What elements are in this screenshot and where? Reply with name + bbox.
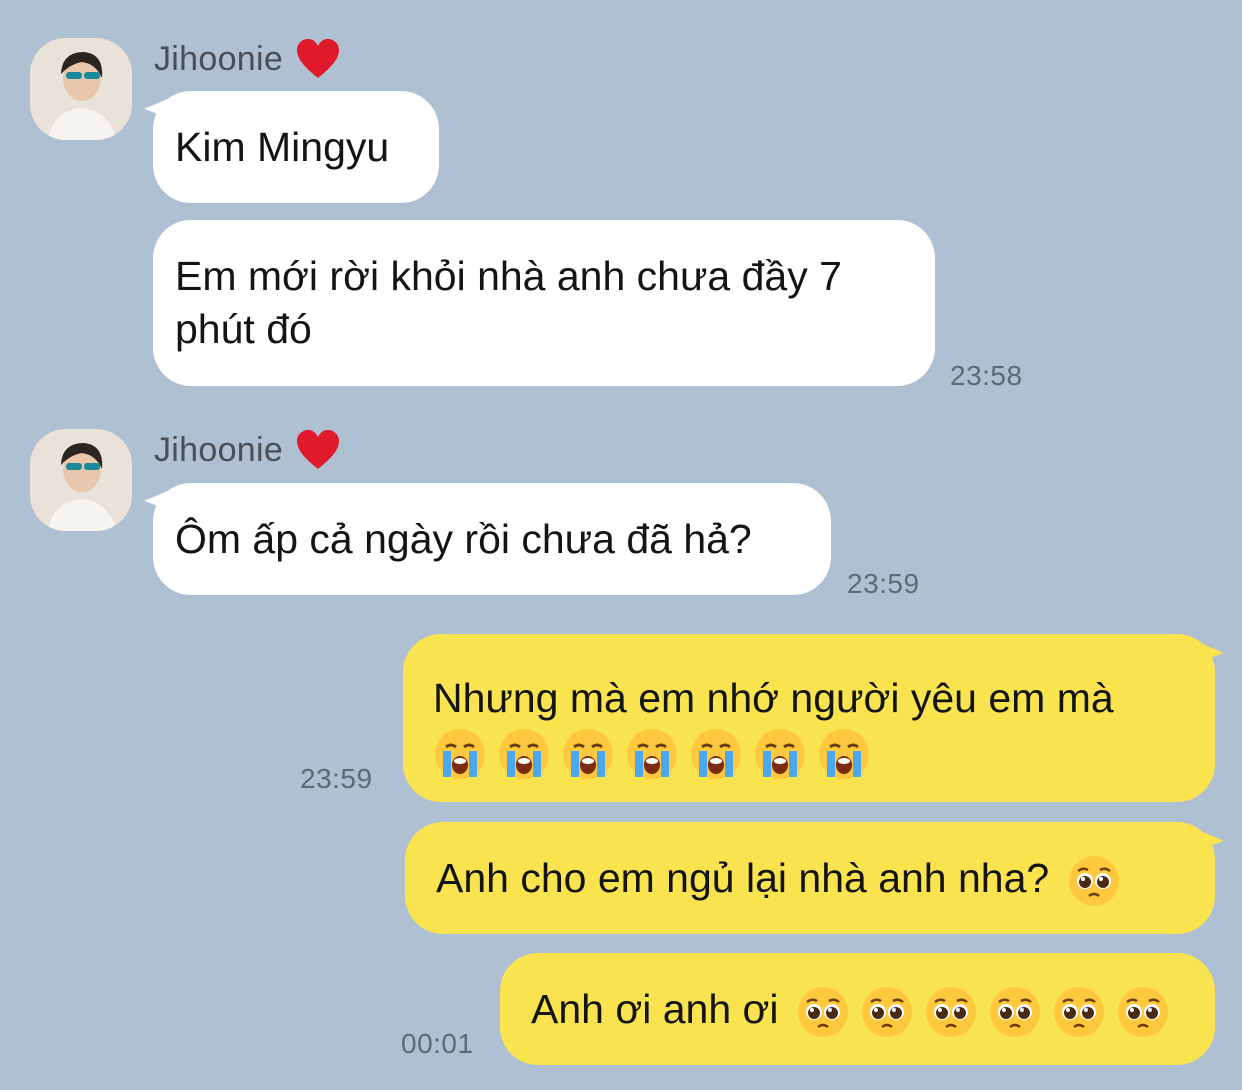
- message-timestamp: 00:01: [401, 1028, 474, 1059]
- red-heart-icon: [297, 39, 340, 78]
- message-text-line-2: phút đó: [175, 306, 312, 352]
- message-timestamp: 23:59: [300, 763, 373, 794]
- emoji-row: [433, 727, 871, 781]
- sender-name: Jihoonie: [154, 38, 341, 80]
- pleading-face-icon: [989, 987, 1040, 1038]
- message-timestamp: 23:58: [950, 360, 1023, 391]
- pleading-face-icon: [861, 987, 912, 1038]
- pleading-face-icon: [1053, 987, 1104, 1038]
- message-text: Anh ơi anh ơi: [531, 986, 779, 1032]
- incoming-message-bubble[interactable]: Em mới rời khỏi nhà anh chưa đầy 7 phút …: [153, 220, 935, 386]
- incoming-message-bubble[interactable]: Kim Mingyu: [153, 91, 439, 203]
- emoji-row: [1067, 854, 1121, 908]
- sender-name-text: Jihoonie: [154, 430, 284, 469]
- emoji-row: [796, 985, 1170, 1039]
- message-text: Nhưng mà em nhớ người yêu em mà: [433, 675, 1114, 721]
- pleading-face-icon: [925, 987, 976, 1038]
- loudly-crying-face-icon: [755, 729, 805, 780]
- loudly-crying-face-icon: [627, 729, 677, 780]
- outgoing-message-bubble[interactable]: Anh cho em ngủ lại nhà anh nha?: [405, 822, 1215, 934]
- sender-name-text: Jihoonie: [154, 39, 284, 78]
- outgoing-message-bubble[interactable]: Nhưng mà em nhớ người yêu em mà: [403, 634, 1215, 802]
- loudly-crying-face-icon: [435, 729, 485, 780]
- message-text: Em mới rời khỏi nhà anh chưa đầy 7: [175, 253, 842, 299]
- message-timestamp: 23:59: [847, 568, 920, 599]
- message-text: Kim Mingyu: [175, 124, 390, 170]
- contact-avatar[interactable]: [30, 429, 132, 531]
- pleading-face-icon: [1117, 987, 1168, 1038]
- incoming-message-bubble[interactable]: Ôm ấp cả ngày rồi chưa đã hả?: [153, 483, 831, 595]
- pleading-face-icon: [1068, 856, 1119, 907]
- outgoing-message-bubble[interactable]: Anh ơi anh ơi: [500, 953, 1215, 1065]
- avatar-photo: [30, 429, 132, 531]
- loudly-crying-face-icon: [563, 729, 613, 780]
- red-heart-icon: [297, 430, 340, 469]
- sender-name: Jihoonie: [154, 429, 341, 471]
- avatar-photo: [30, 38, 132, 140]
- message-text: Anh cho em ngủ lại nhà anh nha?: [436, 855, 1050, 901]
- loudly-crying-face-icon: [819, 729, 869, 780]
- message-text: Ôm ấp cả ngày rồi chưa đã hả?: [175, 516, 752, 562]
- loudly-crying-face-icon: [499, 729, 549, 780]
- contact-avatar[interactable]: [30, 38, 132, 140]
- loudly-crying-face-icon: [691, 729, 741, 780]
- pleading-face-icon: [797, 987, 848, 1038]
